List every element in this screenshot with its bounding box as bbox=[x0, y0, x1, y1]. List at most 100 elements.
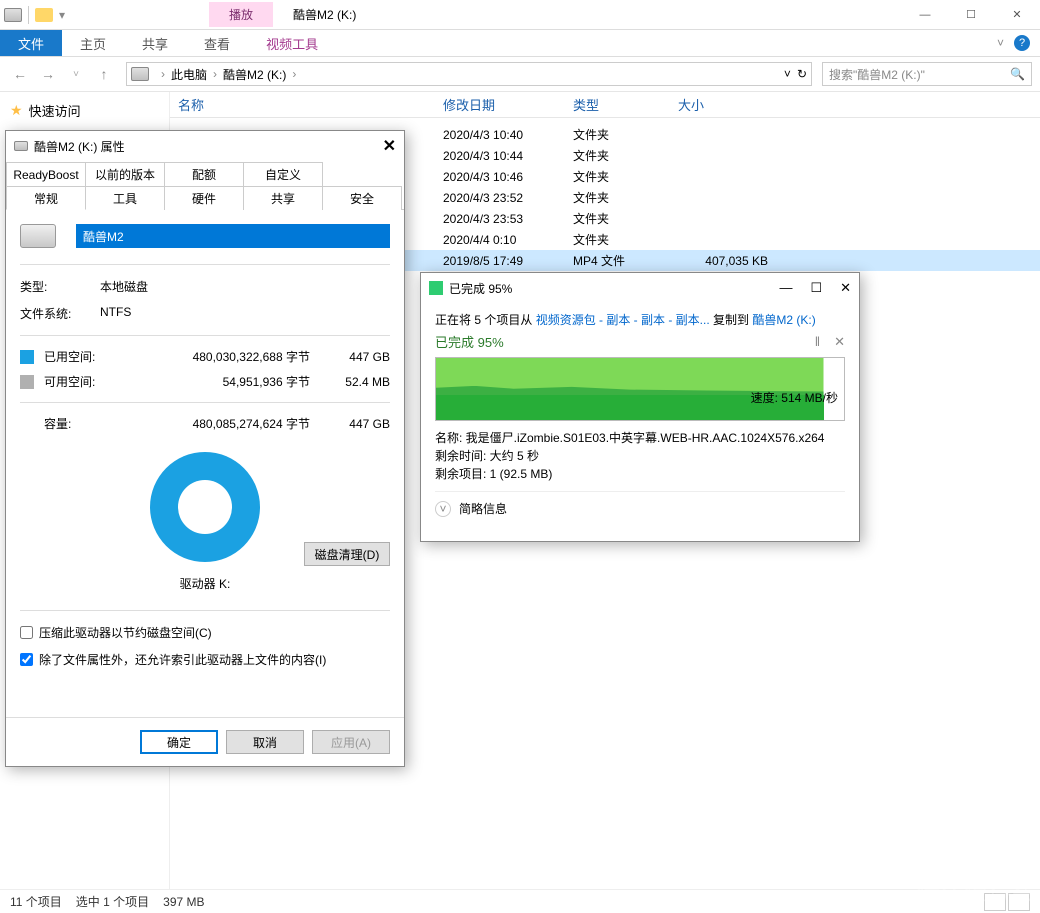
tab-previous-versions[interactable]: 以前的版本 bbox=[85, 162, 165, 186]
title-bar: ▾ 播放 酷兽M2 (K:) — ☐ ✕ bbox=[0, 0, 1040, 30]
cancel-button[interactable]: 取消 bbox=[226, 730, 304, 754]
window-title: 酷兽M2 (K:) bbox=[293, 6, 356, 23]
tab-home[interactable]: 主页 bbox=[62, 30, 124, 56]
tab-share[interactable]: 共享 bbox=[124, 30, 186, 56]
view-icons-button[interactable] bbox=[1008, 893, 1030, 911]
tab-tools[interactable]: 工具 bbox=[85, 186, 165, 210]
close-button[interactable]: ✕ bbox=[840, 280, 851, 296]
compress-check-input[interactable] bbox=[20, 626, 33, 639]
close-button[interactable]: ✕ bbox=[994, 0, 1040, 30]
free-gb: 52.4 MB bbox=[330, 375, 390, 389]
free-label: 可用空间: bbox=[44, 373, 104, 390]
tab-readyboost[interactable]: ReadyBoost bbox=[6, 162, 86, 186]
cell-size: 407,035 KB bbox=[670, 254, 780, 268]
dropdown-icon[interactable]: ▾ bbox=[59, 8, 65, 22]
search-input[interactable]: 搜索"酷兽M2 (K:)" 🔍 bbox=[822, 62, 1032, 86]
transfer-speed: 速度: 514 MB/秒 bbox=[751, 389, 838, 406]
type-label: 类型: bbox=[20, 278, 100, 295]
ok-button[interactable]: 确定 bbox=[140, 730, 218, 754]
copy-dest-link[interactable]: 酷兽M2 (K:) bbox=[752, 313, 815, 327]
copy-progress-dialog: 已完成 95% — ☐ ✕ 正在将 5 个项目从 视频资源包 - 副本 - 副本… bbox=[420, 272, 860, 542]
copy-body: 正在将 5 个项目从 视频资源包 - 副本 - 副本 - 副本... 复制到 酷… bbox=[421, 303, 859, 533]
tab-hardware[interactable]: 硬件 bbox=[164, 186, 244, 210]
column-date[interactable]: 修改日期 bbox=[435, 95, 565, 114]
compress-checkbox[interactable]: 压缩此驱动器以节约磁盘空间(C) bbox=[20, 619, 390, 646]
ribbon-help: ˅ ? bbox=[997, 30, 1040, 56]
refresh-icon[interactable]: ↻ bbox=[797, 67, 807, 81]
dropdown-icon[interactable]: ˅ bbox=[64, 62, 88, 86]
tab-view[interactable]: 查看 bbox=[186, 30, 248, 56]
drive-letter-label: 驱动器 K: bbox=[20, 571, 390, 602]
maximize-button[interactable]: ☐ bbox=[810, 280, 822, 296]
copy-more-toggle[interactable]: ˅ 简略信息 bbox=[435, 491, 845, 525]
help-icon[interactable]: ? bbox=[1014, 35, 1030, 51]
cell-type: 文件夹 bbox=[565, 126, 670, 143]
column-type[interactable]: 类型 bbox=[565, 95, 670, 114]
window-controls: — ☐ ✕ bbox=[902, 0, 1040, 30]
column-size[interactable]: 大小 bbox=[670, 95, 780, 114]
column-name[interactable]: 名称 bbox=[170, 95, 435, 114]
used-gb: 447 GB bbox=[330, 350, 390, 364]
disk-usage-pie bbox=[150, 452, 260, 562]
forward-button[interactable]: → bbox=[36, 62, 60, 86]
drive-name-input[interactable]: 酷兽M2 bbox=[76, 224, 390, 248]
copy-percent: 已完成 95% bbox=[435, 332, 504, 351]
copy-items-remaining: 1 (92.5 MB) bbox=[490, 467, 553, 481]
tab-general[interactable]: 常规 bbox=[6, 186, 86, 210]
cell-type: MP4 文件 bbox=[565, 252, 670, 269]
status-item-count: 11 个项目 bbox=[10, 893, 62, 910]
cell-date: 2020/4/3 23:53 bbox=[435, 212, 565, 226]
type-value: 本地磁盘 bbox=[100, 278, 390, 295]
breadcrumb-pc[interactable]: 此电脑 bbox=[171, 66, 207, 83]
close-icon[interactable]: ✕ bbox=[383, 136, 396, 156]
property-tabs: ReadyBoost 以前的版本 配额 自定义 常规 工具 硬件 共享 安全 bbox=[6, 161, 404, 210]
tab-sharing[interactable]: 共享 bbox=[243, 186, 323, 210]
free-bytes: 54,951,936 字节 bbox=[104, 373, 330, 390]
minimize-button[interactable]: — bbox=[779, 280, 792, 296]
back-button[interactable]: ← bbox=[8, 62, 32, 86]
chevron-down-icon: ˅ bbox=[435, 501, 451, 517]
breadcrumb-location[interactable]: 酷兽M2 (K:) bbox=[223, 66, 286, 83]
view-buttons bbox=[984, 893, 1030, 911]
index-checkbox[interactable]: 除了文件属性外，还允许索引此驱动器上文件的内容(I) bbox=[20, 646, 390, 673]
maximize-button[interactable]: ☐ bbox=[948, 0, 994, 30]
tab-security[interactable]: 安全 bbox=[322, 186, 402, 210]
view-details-button[interactable] bbox=[984, 893, 1006, 911]
up-button[interactable]: ↑ bbox=[92, 62, 116, 86]
cell-type: 文件夹 bbox=[565, 231, 670, 248]
chevron-right-icon: › bbox=[213, 67, 217, 81]
tab-quota[interactable]: 配额 bbox=[164, 162, 244, 186]
dropdown-icon[interactable]: ˅ bbox=[784, 67, 791, 81]
copy-source-link[interactable]: 视频资源包 - 副本 - 副本 - 副本... bbox=[536, 313, 710, 327]
copy-description: 正在将 5 个项目从 视频资源包 - 副本 - 副本 - 副本... 复制到 酷… bbox=[435, 311, 845, 332]
tab-customize[interactable]: 自定义 bbox=[243, 162, 323, 186]
copy-filename: 我是僵尸.iZombie.S01E03.中英字幕.WEB-HR.AAC.1024… bbox=[466, 431, 825, 445]
used-label: 已用空间: bbox=[44, 348, 104, 365]
used-bytes: 480,030,322,688 字节 bbox=[104, 348, 330, 365]
cell-date: 2020/4/3 10:46 bbox=[435, 170, 565, 184]
dialog-buttons: 确定 取消 应用(A) bbox=[6, 717, 404, 766]
properties-dialog: 酷兽M2 (K:) 属性 ✕ ReadyBoost 以前的版本 配额 自定义 常… bbox=[5, 130, 405, 767]
dialog-title: 酷兽M2 (K:) 属性 bbox=[34, 138, 125, 155]
ribbon-expand-icon[interactable]: ˅ bbox=[997, 36, 1004, 50]
tab-file[interactable]: 文件 bbox=[0, 30, 62, 56]
copy-details: 名称: 我是僵尸.iZombie.S01E03.中英字幕.WEB-HR.AAC.… bbox=[435, 421, 845, 491]
disk-cleanup-button[interactable]: 磁盘清理(D) bbox=[304, 542, 390, 566]
cell-date: 2019/8/5 17:49 bbox=[435, 254, 565, 268]
address-actions: ˅ ↻ bbox=[784, 67, 807, 81]
apply-button[interactable]: 应用(A) bbox=[312, 730, 390, 754]
cell-date: 2020/4/3 10:40 bbox=[435, 128, 565, 142]
cancel-icon[interactable]: ✕ bbox=[834, 334, 845, 350]
folder-icon bbox=[35, 8, 53, 22]
sidebar-item-quick-access[interactable]: ★ 快速访问 bbox=[10, 98, 159, 123]
tab-video-tools[interactable]: 视频工具 bbox=[248, 30, 336, 56]
copy-time-remaining: 大约 5 秒 bbox=[490, 449, 539, 463]
pause-icon[interactable]: ‖ bbox=[815, 334, 820, 350]
address-bar[interactable]: › 此电脑 › 酷兽M2 (K:) › ˅ ↻ bbox=[126, 62, 812, 86]
search-placeholder: 搜索"酷兽M2 (K:)" bbox=[829, 66, 925, 83]
minimize-button[interactable]: — bbox=[902, 0, 948, 30]
filesystem-label: 文件系统: bbox=[20, 305, 100, 322]
search-icon[interactable]: 🔍 bbox=[1010, 67, 1025, 81]
index-check-input[interactable] bbox=[20, 653, 33, 666]
properties-body: 酷兽M2 类型:本地磁盘 文件系统:NTFS 已用空间: 480,030,322… bbox=[6, 210, 404, 687]
